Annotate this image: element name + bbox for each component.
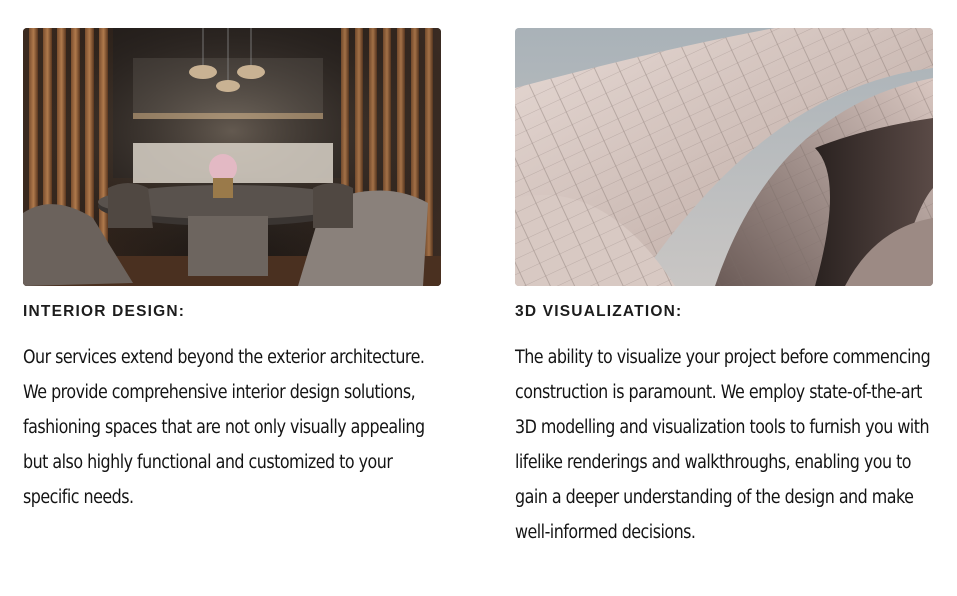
interior-design-heading: INTERIOR DESIGN: (23, 303, 186, 320)
3d-visualization-heading: 3D VISUALIZATION: (515, 303, 683, 320)
3d-visualization-image (515, 28, 933, 286)
interior-design-image (23, 28, 441, 286)
service-card-3d-visualization: 3D VISUALIZATION: The ability to visuali… (515, 28, 933, 550)
interior-design-description: Our services extend beyond the exterior … (23, 347, 425, 508)
service-card-interior-design: INTERIOR DESIGN: Our services extend bey… (23, 28, 441, 515)
3d-visualization-description: The ability to visualize your project be… (515, 347, 931, 543)
